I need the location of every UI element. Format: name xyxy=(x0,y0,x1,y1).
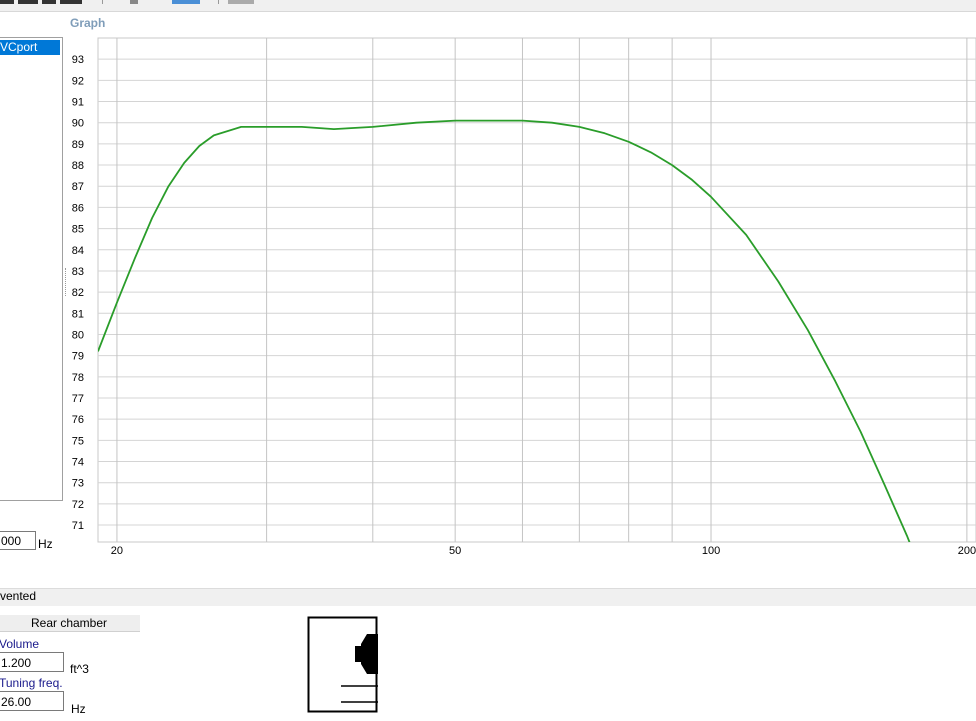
toolbar-icon[interactable] xyxy=(60,0,82,4)
volume-label: Volume xyxy=(0,637,40,651)
toolbar-icon[interactable] xyxy=(130,0,138,4)
y-tick-label: 73 xyxy=(72,478,84,490)
x-tick-label: 200 xyxy=(958,545,976,557)
y-tick-label: 84 xyxy=(72,245,84,257)
y-tick-label: 78 xyxy=(72,372,84,384)
speaker-magnet xyxy=(355,646,363,662)
toolbar-icon[interactable] xyxy=(0,0,14,4)
tuning-freq-input[interactable]: 26.00 xyxy=(0,691,64,711)
toolbar-icon[interactable] xyxy=(18,0,38,4)
tuning-freq-label: Tuning freq. xyxy=(0,676,63,690)
volume-unit: ft^3 xyxy=(70,662,89,676)
toolbar-icon[interactable] xyxy=(42,0,56,4)
y-tick-label: 93 xyxy=(72,54,84,66)
enclosure-diagram xyxy=(307,616,378,713)
frequency-input[interactable]: 000 xyxy=(0,531,36,550)
y-tick-label: 72 xyxy=(72,499,84,511)
speaker-icon xyxy=(361,634,378,674)
y-tick-label: 91 xyxy=(72,97,84,109)
y-tick-label: 83 xyxy=(72,266,84,278)
y-tick-label: 80 xyxy=(72,329,84,341)
y-tick-label: 74 xyxy=(72,457,84,469)
toolbar xyxy=(0,0,976,12)
response-chart: 71 72 73 74 75 76 77 78 79 80 81 82 83 84 85 86 87 88 89 90… xyxy=(72,37,976,557)
y-tick-label: 88 xyxy=(72,160,84,172)
box-type-label: vented xyxy=(0,589,37,603)
x-tick-label: 100 xyxy=(702,545,720,557)
plot-area xyxy=(97,37,976,543)
graph-title: Graph xyxy=(70,16,106,30)
box-section-header xyxy=(0,588,976,606)
toolbar-separator xyxy=(218,0,219,4)
y-tick-label: 79 xyxy=(72,351,84,363)
rear-chamber-header: Rear chamber xyxy=(0,615,140,632)
y-tick-label: 86 xyxy=(72,202,84,214)
y-tick-label: 90 xyxy=(72,118,84,130)
toolbar-separator xyxy=(102,0,103,4)
y-tick-label: 82 xyxy=(72,287,84,299)
y-tick-label: 85 xyxy=(72,224,84,236)
y-tick-label: 77 xyxy=(72,393,84,405)
toolbar-icon[interactable] xyxy=(172,0,200,4)
y-tick-label: 87 xyxy=(72,181,84,193)
series-list[interactable]: VCport xyxy=(0,37,63,501)
tuning-freq-unit: Hz xyxy=(71,702,86,716)
y-tick-label: 75 xyxy=(72,435,84,447)
y-tick-label: 92 xyxy=(72,75,84,87)
y-tick-label: 76 xyxy=(72,414,84,426)
toolbar-icon[interactable] xyxy=(228,0,254,4)
y-tick-label: 71 xyxy=(72,520,84,532)
x-tick-label: 50 xyxy=(449,545,461,557)
x-tick-label: 20 xyxy=(111,545,123,557)
y-tick-label: 81 xyxy=(72,308,84,320)
volume-input[interactable]: 1.200 xyxy=(0,652,64,672)
series-item[interactable]: VCport xyxy=(0,40,60,55)
frequency-unit: Hz xyxy=(38,537,53,551)
y-tick-label: 89 xyxy=(72,139,84,151)
